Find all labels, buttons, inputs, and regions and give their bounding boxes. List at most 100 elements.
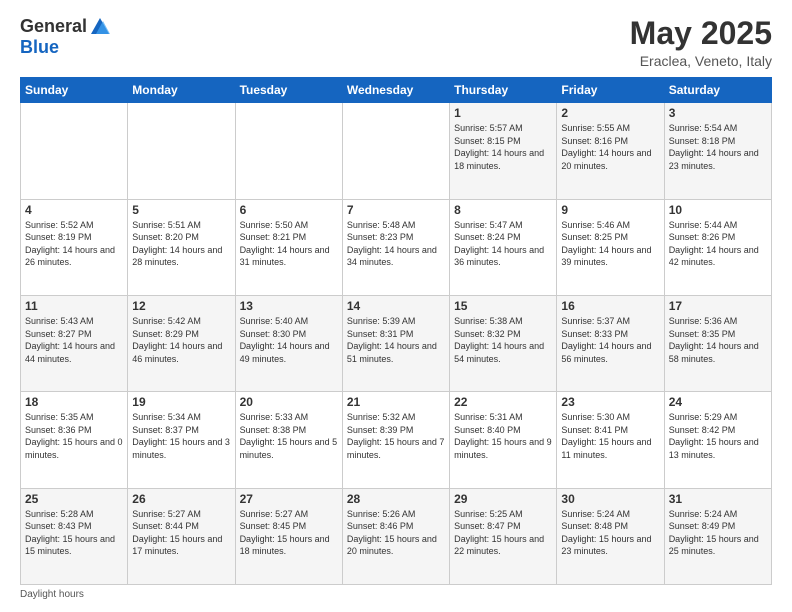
- table-row: 25 Sunrise: 5:28 AMSunset: 8:43 PMDayligh…: [21, 488, 128, 584]
- day-number: 10: [669, 203, 767, 217]
- cell-info: Sunrise: 5:35 AMSunset: 8:36 PMDaylight:…: [25, 412, 123, 460]
- table-row: 3 Sunrise: 5:54 AMSunset: 8:18 PMDaylight…: [664, 103, 771, 199]
- cell-info: Sunrise: 5:50 AMSunset: 8:21 PMDaylight:…: [240, 220, 330, 268]
- day-number: 24: [669, 395, 767, 409]
- table-row: 29 Sunrise: 5:25 AMSunset: 8:47 PMDayligh…: [450, 488, 557, 584]
- cell-info: Sunrise: 5:51 AMSunset: 8:20 PMDaylight:…: [132, 220, 222, 268]
- day-number: 31: [669, 492, 767, 506]
- table-row: 9 Sunrise: 5:46 AMSunset: 8:25 PMDaylight…: [557, 199, 664, 295]
- day-number: 28: [347, 492, 445, 506]
- day-number: 6: [240, 203, 338, 217]
- cell-info: Sunrise: 5:32 AMSunset: 8:39 PMDaylight:…: [347, 412, 445, 460]
- cell-info: Sunrise: 5:28 AMSunset: 8:43 PMDaylight:…: [25, 509, 115, 557]
- table-row: 13 Sunrise: 5:40 AMSunset: 8:30 PMDayligh…: [235, 295, 342, 391]
- calendar-table: Sunday Monday Tuesday Wednesday Thursday…: [20, 77, 772, 585]
- table-row: 5 Sunrise: 5:51 AMSunset: 8:20 PMDaylight…: [128, 199, 235, 295]
- table-row: 8Sunrise: 5:47 AMSunset: 8:24 PMDaylight…: [450, 199, 557, 295]
- day-number: 15: [454, 299, 552, 313]
- cell-info: Sunrise: 5:55 AMSunset: 8:16 PMDaylight:…: [561, 123, 651, 171]
- day-number: 2: [561, 106, 659, 120]
- table-row: 1Sunrise: 5:57 AMSunset: 8:15 PMDaylight…: [450, 103, 557, 199]
- table-row: 10 Sunrise: 5:44 AMSunset: 8:26 PMDayligh…: [664, 199, 771, 295]
- subtitle: Eraclea, Veneto, Italy: [630, 53, 772, 69]
- logo-icon: [89, 16, 111, 38]
- calendar-week-row: 11Sunrise: 5:43 AMSunset: 8:27 PMDayligh…: [21, 295, 772, 391]
- cell-info: Sunrise: 5:24 AMSunset: 8:48 PMDaylight:…: [561, 509, 651, 557]
- day-number: 22: [454, 395, 552, 409]
- cell-info: Sunrise: 5:30 AMSunset: 8:41 PMDaylight:…: [561, 412, 651, 460]
- cell-info: Sunrise: 5:44 AMSunset: 8:26 PMDaylight:…: [669, 220, 759, 268]
- day-number: 5: [132, 203, 230, 217]
- col-saturday: Saturday: [664, 78, 771, 103]
- table-row: 24Sunrise: 5:29 AMSunset: 8:42 PMDayligh…: [664, 392, 771, 488]
- day-number: 13: [240, 299, 338, 313]
- cell-info: Sunrise: 5:38 AMSunset: 8:32 PMDaylight:…: [454, 316, 544, 364]
- cell-info: Sunrise: 5:31 AMSunset: 8:40 PMDaylight:…: [454, 412, 552, 460]
- table-row: [235, 103, 342, 199]
- col-friday: Friday: [557, 78, 664, 103]
- day-number: 16: [561, 299, 659, 313]
- table-row: 16 Sunrise: 5:37 AMSunset: 8:33 PMDayligh…: [557, 295, 664, 391]
- calendar-week-row: 25 Sunrise: 5:28 AMSunset: 8:43 PMDayligh…: [21, 488, 772, 584]
- day-number: 12: [132, 299, 230, 313]
- table-row: [128, 103, 235, 199]
- day-number: 29: [454, 492, 552, 506]
- table-row: 30Sunrise: 5:24 AMSunset: 8:48 PMDayligh…: [557, 488, 664, 584]
- logo-blue-text: Blue: [20, 38, 111, 58]
- table-row: 7 Sunrise: 5:48 AMSunset: 8:23 PMDaylight…: [342, 199, 449, 295]
- calendar-header-row: Sunday Monday Tuesday Wednesday Thursday…: [21, 78, 772, 103]
- footer-note: Daylight hours: [20, 589, 772, 600]
- table-row: 31Sunrise: 5:24 AMSunset: 8:49 PMDayligh…: [664, 488, 771, 584]
- day-number: 25: [25, 492, 123, 506]
- table-row: 19Sunrise: 5:34 AMSunset: 8:37 PMDayligh…: [128, 392, 235, 488]
- col-wednesday: Wednesday: [342, 78, 449, 103]
- cell-info: Sunrise: 5:40 AMSunset: 8:30 PMDaylight:…: [240, 316, 330, 364]
- table-row: 20 Sunrise: 5:33 AMSunset: 8:38 PMDayligh…: [235, 392, 342, 488]
- cell-info: Sunrise: 5:54 AMSunset: 8:18 PMDaylight:…: [669, 123, 759, 171]
- table-row: 26Sunrise: 5:27 AMSunset: 8:44 PMDayligh…: [128, 488, 235, 584]
- table-row: 6 Sunrise: 5:50 AMSunset: 8:21 PMDaylight…: [235, 199, 342, 295]
- day-number: 17: [669, 299, 767, 313]
- day-number: 7: [347, 203, 445, 217]
- day-number: 20: [240, 395, 338, 409]
- col-sunday: Sunday: [21, 78, 128, 103]
- col-tuesday: Tuesday: [235, 78, 342, 103]
- table-row: 12 Sunrise: 5:42 AMSunset: 8:29 PMDayligh…: [128, 295, 235, 391]
- day-number: 27: [240, 492, 338, 506]
- cell-info: Sunrise: 5:42 AMSunset: 8:29 PMDaylight:…: [132, 316, 222, 364]
- day-number: 23: [561, 395, 659, 409]
- cell-info: Sunrise: 5:27 AMSunset: 8:44 PMDaylight:…: [132, 509, 222, 557]
- day-number: 3: [669, 106, 767, 120]
- cell-info: Sunrise: 5:37 AMSunset: 8:33 PMDaylight:…: [561, 316, 651, 364]
- day-number: 4: [25, 203, 123, 217]
- title-block: May 2025 Eraclea, Veneto, Italy: [630, 16, 772, 69]
- day-number: 14: [347, 299, 445, 313]
- cell-info: Sunrise: 5:25 AMSunset: 8:47 PMDaylight:…: [454, 509, 544, 557]
- calendar-week-row: 1Sunrise: 5:57 AMSunset: 8:15 PMDaylight…: [21, 103, 772, 199]
- day-number: 9: [561, 203, 659, 217]
- table-row: 14 Sunrise: 5:39 AMSunset: 8:31 PMDayligh…: [342, 295, 449, 391]
- logo-general-text: General: [20, 17, 87, 37]
- table-row: 4Sunrise: 5:52 AMSunset: 8:19 PMDaylight…: [21, 199, 128, 295]
- cell-info: Sunrise: 5:33 AMSunset: 8:38 PMDaylight:…: [240, 412, 338, 460]
- table-row: 27 Sunrise: 5:27 AMSunset: 8:45 PMDayligh…: [235, 488, 342, 584]
- cell-info: Sunrise: 5:46 AMSunset: 8:25 PMDaylight:…: [561, 220, 651, 268]
- header: General Blue May 2025 Eraclea, Veneto, I…: [20, 16, 772, 69]
- page: General Blue May 2025 Eraclea, Veneto, I…: [0, 0, 792, 612]
- col-monday: Monday: [128, 78, 235, 103]
- day-number: 1: [454, 106, 552, 120]
- table-row: 22 Sunrise: 5:31 AMSunset: 8:40 PMDayligh…: [450, 392, 557, 488]
- table-row: 23 Sunrise: 5:30 AMSunset: 8:41 PMDayligh…: [557, 392, 664, 488]
- calendar-week-row: 4Sunrise: 5:52 AMSunset: 8:19 PMDaylight…: [21, 199, 772, 295]
- cell-info: Sunrise: 5:26 AMSunset: 8:46 PMDaylight:…: [347, 509, 437, 557]
- cell-info: Sunrise: 5:47 AMSunset: 8:24 PMDaylight:…: [454, 220, 544, 268]
- table-row: 2 Sunrise: 5:55 AMSunset: 8:16 PMDaylight…: [557, 103, 664, 199]
- cell-info: Sunrise: 5:39 AMSunset: 8:31 PMDaylight:…: [347, 316, 437, 364]
- cell-info: Sunrise: 5:48 AMSunset: 8:23 PMDaylight:…: [347, 220, 437, 268]
- day-number: 21: [347, 395, 445, 409]
- table-row: 15 Sunrise: 5:38 AMSunset: 8:32 PMDayligh…: [450, 295, 557, 391]
- day-number: 18: [25, 395, 123, 409]
- cell-info: Sunrise: 5:27 AMSunset: 8:45 PMDaylight:…: [240, 509, 330, 557]
- table-row: 17Sunrise: 5:36 AMSunset: 8:35 PMDayligh…: [664, 295, 771, 391]
- table-row: 21 Sunrise: 5:32 AMSunset: 8:39 PMDayligh…: [342, 392, 449, 488]
